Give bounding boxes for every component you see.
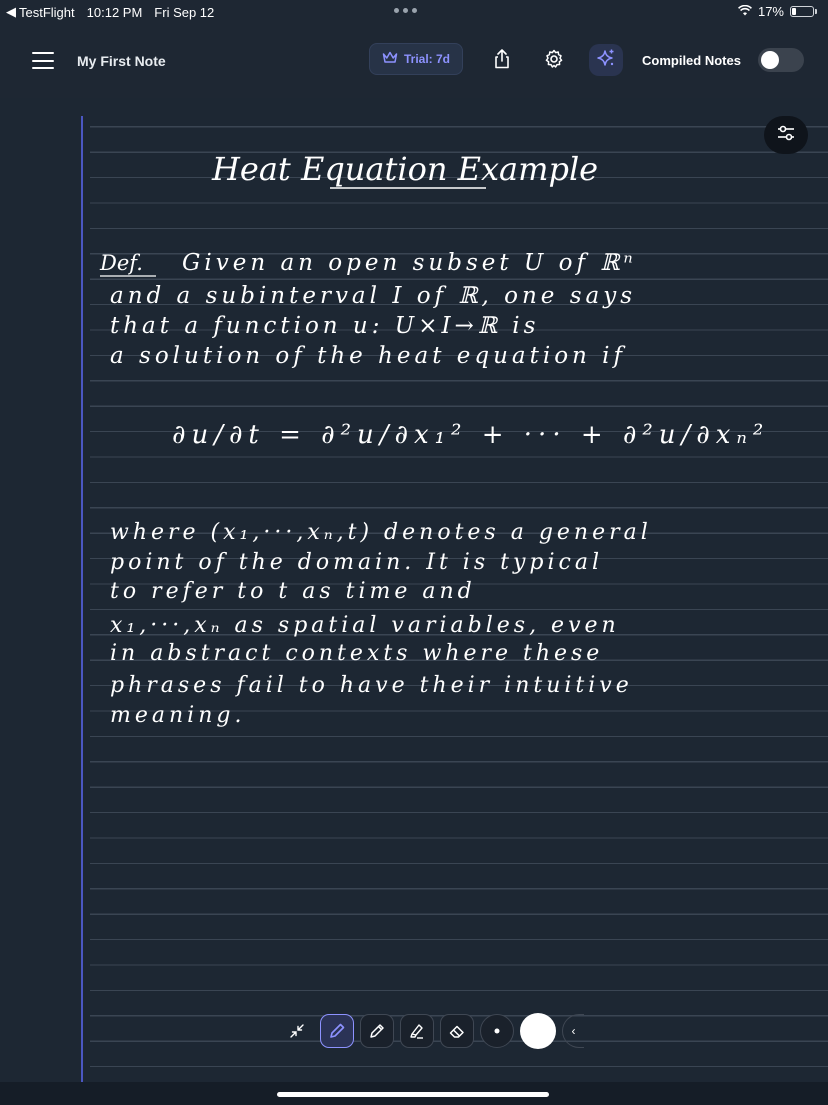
highlighter-icon[interactable] bbox=[400, 1014, 434, 1048]
multitasking-dots-icon[interactable] bbox=[394, 8, 417, 13]
note-heading: Heat Equation Example bbox=[211, 150, 598, 188]
back-app-label: TestFlight bbox=[19, 4, 75, 20]
compiled-notes-label: Compiled Notes bbox=[642, 53, 741, 68]
collapse-icon[interactable] bbox=[280, 1014, 314, 1048]
home-indicator[interactable] bbox=[277, 1092, 549, 1097]
status-time: 10:12 PM bbox=[86, 4, 143, 20]
back-to-app[interactable]: ◀ TestFlight bbox=[6, 4, 75, 20]
bottom-bar bbox=[0, 1082, 828, 1105]
note-title[interactable]: My First Note bbox=[77, 53, 166, 69]
paragraph-line-5: in abstract contexts where these bbox=[110, 641, 603, 666]
definition-label: Def. bbox=[99, 251, 143, 275]
small-dot-icon[interactable] bbox=[480, 1014, 514, 1048]
note-canvas[interactable]: Heat Equation Example Def. Given an open… bbox=[0, 98, 828, 1082]
trial-button[interactable]: Trial: 7d bbox=[369, 43, 463, 75]
gear-icon[interactable] bbox=[543, 47, 565, 71]
status-date: Fri Sep 12 bbox=[154, 4, 215, 20]
ai-sparkle-button[interactable] bbox=[589, 44, 623, 76]
chevron-left-icon[interactable]: ‹ bbox=[562, 1014, 584, 1048]
definition-line-2: and a subinterval I of ℝ, one says bbox=[110, 283, 636, 309]
back-triangle-icon: ◀ bbox=[6, 4, 16, 19]
definition-line-3: that a function u: U×I→ℝ is bbox=[110, 313, 539, 339]
definition-line-4: a solution of the heat equation if bbox=[110, 343, 626, 369]
heat-equation: ∂u/∂t = ∂²u/∂x₁² + ··· + ∂²u/∂xₙ² bbox=[172, 420, 769, 450]
wifi-icon bbox=[738, 4, 752, 19]
paragraph-line-2: point of the domain. It is typical bbox=[110, 550, 603, 575]
menu-icon[interactable] bbox=[32, 52, 54, 70]
battery-icon bbox=[790, 6, 817, 17]
eraser-icon[interactable] bbox=[440, 1014, 474, 1048]
top-toolbar: My First Note Trial: 7d Compiled Notes bbox=[0, 24, 828, 98]
sparkle-icon bbox=[596, 48, 616, 73]
status-bar: ◀ TestFlight 10:12 PM Fri Sep 12 17% bbox=[0, 0, 828, 24]
pen-icon[interactable] bbox=[320, 1014, 354, 1048]
white-color-swatch[interactable] bbox=[520, 1013, 556, 1049]
trial-label: Trial: 7d bbox=[403, 52, 450, 66]
pen-toolbar: ‹ bbox=[280, 1011, 584, 1051]
definition-line-1: Given an open subset U of ℝⁿ bbox=[182, 250, 637, 276]
paragraph-line-6: phrases fail to have their intuitive bbox=[110, 673, 633, 698]
paragraph-line-7: meaning. bbox=[110, 703, 245, 728]
paragraph-line-1: where (x₁,···,xₙ,t) denotes a general bbox=[110, 520, 652, 545]
paragraph-line-3: to refer to t as time and bbox=[110, 579, 476, 604]
crown-icon bbox=[382, 51, 398, 67]
paragraph-line-4: x₁,···,xₙ as spatial variables, even bbox=[110, 613, 620, 638]
pencil-icon[interactable] bbox=[360, 1014, 394, 1048]
handwriting-layer: Heat Equation Example Def. Given an open… bbox=[99, 150, 769, 728]
compiled-notes-toggle[interactable] bbox=[758, 48, 804, 72]
share-icon[interactable] bbox=[491, 47, 513, 71]
battery-percent: 17% bbox=[757, 4, 784, 19]
